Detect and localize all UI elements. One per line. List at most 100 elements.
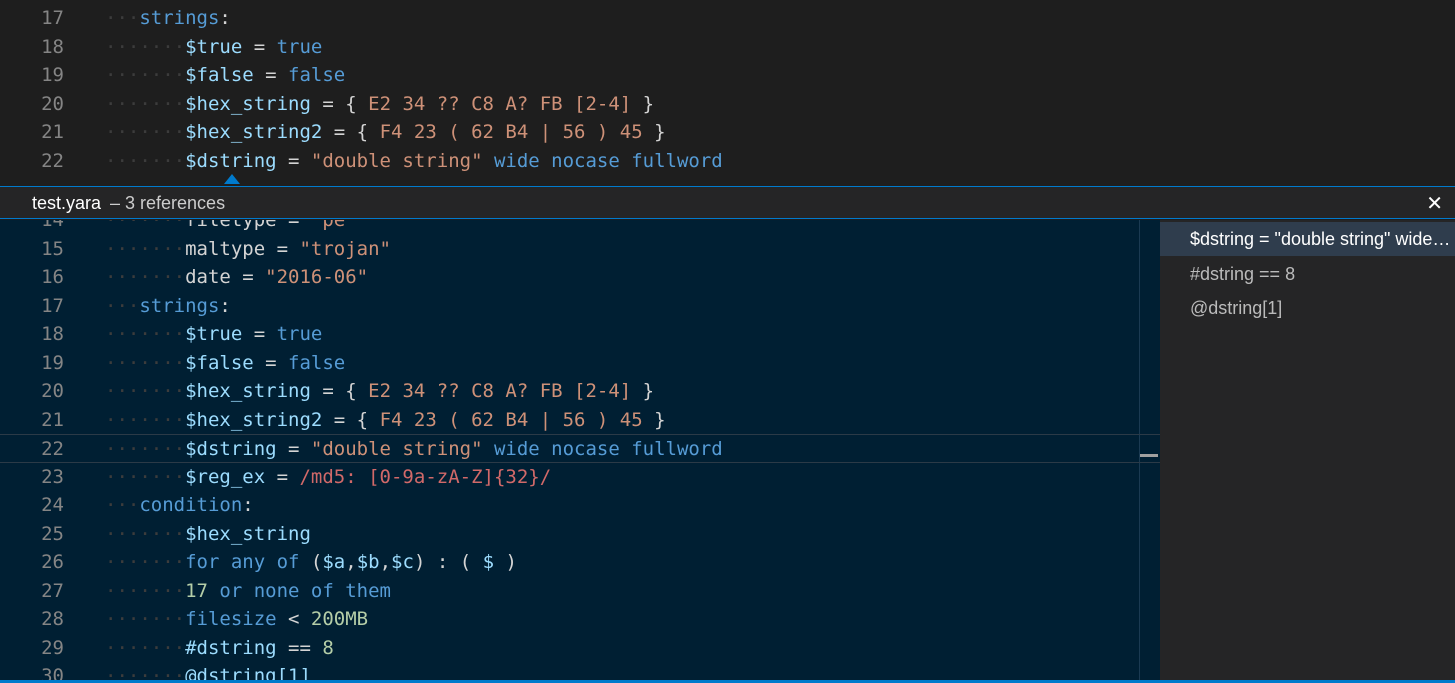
code-line[interactable]: 25 ·······$hex_string	[0, 520, 1160, 549]
code-text: ·······for any of ($a,$b,$c) : ( $ )	[105, 548, 517, 577]
code-line[interactable]: 21 ·······$hex_string2 = { F4 23 ( 62 B4 …	[0, 406, 1160, 435]
code-token: $hex_string	[185, 522, 311, 545]
code-token: $hex_string	[185, 380, 311, 402]
code-token: 200MB	[310, 608, 369, 630]
line-number: 26	[41, 551, 64, 573]
code-line[interactable]: 27 ·······17 or none of them	[0, 577, 1160, 606]
references-list: $dstring = "double string" wide nocase f…	[1160, 220, 1455, 680]
code-token: F4 23 ( 62 B4 | 56 ) 45	[379, 408, 643, 431]
indent-guide: ·······	[105, 35, 186, 58]
code-token: }	[642, 408, 666, 431]
code-text: ·······@dstring[1]	[105, 662, 311, 680]
close-icon[interactable]: ✕	[1426, 187, 1443, 220]
line-number: 28	[41, 608, 64, 630]
code-line[interactable]: 22 ·······$dstring = "double string" wide…	[0, 147, 1455, 176]
code-token: true	[276, 323, 323, 345]
line-number: 24	[41, 494, 64, 516]
code-text: ·······date = "2016-06"	[105, 263, 368, 292]
code-token: =	[276, 438, 311, 460]
code-token: $	[482, 551, 495, 573]
code-line[interactable]: 14 ·······filetype = "pe"	[0, 220, 1160, 235]
reference-item[interactable]: #dstring == 8	[1160, 257, 1455, 291]
code-token: =	[276, 149, 311, 172]
code-line[interactable]: 19 ·······$false = false	[0, 349, 1160, 378]
reference-item[interactable]: @dstring[1]	[1160, 291, 1455, 325]
code-line[interactable]: 23 ·······$reg_ex = /md5: [0-9a-zA-Z]{32}…	[0, 463, 1160, 492]
code-token: "trojan"	[299, 237, 391, 260]
code-text: ···strings:	[105, 292, 231, 321]
code-token: E2 34 ?? C8 A? FB [2-4]	[368, 380, 632, 402]
code-token: :	[219, 294, 231, 317]
code-token: strings	[139, 294, 220, 317]
code-token: <	[276, 608, 311, 630]
code-token: $hex_string2	[185, 408, 323, 431]
peek-reference-count: – 3 references	[110, 193, 226, 213]
code-token: :	[219, 7, 231, 29]
line-number: 29	[41, 636, 64, 659]
line-number: 17	[41, 7, 64, 29]
line-number: 22	[41, 438, 64, 460]
code-line[interactable]: 20 ·······$hex_string = { E2 34 ?? C8 A? …	[0, 90, 1455, 119]
indent-guide: ·······	[105, 351, 186, 374]
code-text: ···strings:	[105, 4, 231, 33]
code-line[interactable]: 20 ·······$hex_string = { E2 34 ?? C8 A? …	[0, 377, 1160, 406]
code-token: = {	[322, 121, 380, 143]
code-token: = {	[310, 380, 369, 402]
peek-file-title[interactable]: test.yara	[32, 187, 101, 220]
code-text: ·······$true = true	[105, 320, 322, 349]
code-text: ·······maltype = "trojan"	[105, 235, 391, 264]
code-text: ·······17 or none of them	[105, 577, 391, 606]
code-line[interactable]: 22 ·······$dstring = "double string" wide…	[0, 434, 1160, 463]
peek-editor[interactable]: 14 ·······filetype = "pe" 15 ·······maltype…	[0, 220, 1160, 680]
code-text: ·······$dstring = "double string" wide n…	[105, 147, 723, 176]
indent-guide: ·······	[105, 149, 186, 172]
code-line[interactable]: 16 ·······date = "2016-06"	[0, 263, 1160, 292]
code-token: wide nocase fullword	[482, 438, 723, 460]
code-line[interactable]: 28 ·······filesize < 200MB	[0, 605, 1160, 634]
code-text: ·······$hex_string2 = { F4 23 ( 62 B4 | …	[105, 118, 666, 147]
code-line[interactable]: 30 ·······@dstring[1]	[0, 662, 1160, 680]
line-number: 23	[41, 465, 64, 488]
code-token: ==	[276, 636, 323, 659]
code-line[interactable]: 17 ···strings:	[0, 4, 1455, 33]
code-line[interactable]: 21 ·······$hex_string2 = { F4 23 ( 62 B4 …	[0, 118, 1455, 147]
code-line[interactable]: 26 ·······for any of ($a,$b,$c) : ( $ )	[0, 548, 1160, 577]
indent-guide: ·······	[105, 220, 186, 231]
code-token: "2016-06"	[265, 266, 369, 288]
line-number: 15	[41, 237, 64, 260]
code-token: (	[299, 551, 323, 573]
code-token: =	[253, 351, 289, 374]
code-line[interactable]: 24 ···condition:	[0, 491, 1160, 520]
code-text: ·······$hex_string = { E2 34 ?? C8 A? FB…	[105, 90, 654, 119]
code-token: $a	[322, 551, 346, 573]
indent-guide: ·······	[105, 408, 186, 431]
code-token: :	[242, 494, 254, 516]
indent-guide: ·······	[105, 64, 186, 86]
line-number: 16	[41, 266, 64, 288]
code-token: $dstring	[185, 149, 277, 172]
reference-item[interactable]: $dstring = "double string" wide nocase f…	[1160, 222, 1455, 256]
code-line[interactable]: 18 ·······$true = true	[0, 320, 1160, 349]
indent-guide: ·······	[105, 465, 186, 488]
main-editor[interactable]: 17 ···strings: 18 ·······$true = true 19 ····…	[0, 0, 1455, 176]
line-number: 19	[41, 351, 64, 374]
code-line[interactable]: 15 ·······maltype = "trojan"	[0, 235, 1160, 264]
code-token: 8	[322, 636, 334, 659]
line-number: 14	[41, 220, 64, 231]
code-line[interactable]: 19 ·······$false = false	[0, 61, 1455, 90]
code-token: @dstring[1]	[185, 665, 311, 680]
code-token: false	[288, 64, 346, 86]
indent-guide: ·······	[105, 266, 186, 288]
code-line[interactable]: 18 ·······$true = true	[0, 33, 1455, 62]
code-token: #dstring	[185, 636, 277, 659]
code-token: false	[288, 351, 346, 374]
code-line[interactable]: 29 ·······#dstring == 8	[0, 634, 1160, 663]
line-number: 21	[41, 408, 64, 431]
indent-guide: ·······	[105, 121, 186, 143]
code-token: )	[494, 551, 517, 573]
code-token: "double string"	[310, 438, 483, 460]
code-token: E2 34 ?? C8 A? FB [2-4]	[368, 92, 632, 115]
indent-guide: ·······	[105, 551, 186, 573]
code-line[interactable]: 17 ···strings:	[0, 292, 1160, 321]
code-token: $true	[185, 323, 243, 345]
